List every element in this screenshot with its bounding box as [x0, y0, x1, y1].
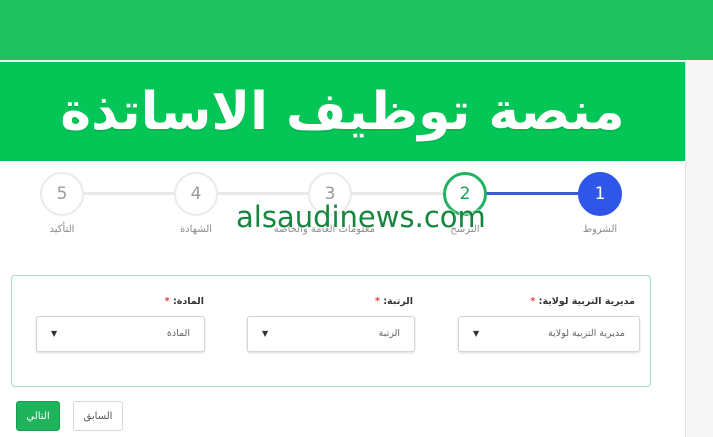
subject-label-text: المادة: — [172, 296, 204, 307]
previous-button[interactable]: السابق — [73, 401, 123, 431]
step-1-circle[interactable]: 1 — [578, 172, 622, 216]
directorate-required-mark: * — [530, 296, 536, 307]
right-scroll-gutter — [685, 60, 713, 437]
directorate-label: مديرية التربية لولاية: * — [530, 296, 635, 307]
hero-banner: منصة توظيف الاساتذة — [0, 62, 685, 161]
step-1-label: الشروط — [582, 224, 618, 235]
subject-label: المادة: * — [165, 296, 204, 307]
step-5-circle[interactable]: 5 — [40, 172, 84, 216]
subject-required-mark: * — [164, 296, 170, 307]
step-4-label: الشهادة — [179, 224, 213, 235]
chevron-down-icon: ▼ — [473, 329, 480, 338]
directorate-select-value: مديرية التربية لولاية — [548, 328, 625, 339]
directorate-select[interactable]: مديرية التربية لولاية ▼ — [458, 316, 640, 352]
chevron-down-icon: ▼ — [262, 329, 269, 338]
subject-select[interactable]: المادة ▼ — [36, 316, 205, 352]
chevron-down-icon: ▼ — [51, 329, 58, 338]
step-5-label: التأكيد — [49, 224, 75, 235]
subject-select-value: المادة — [166, 328, 190, 339]
banner-title: منصة توظيف الاساتذة — [60, 81, 625, 142]
step-4-circle[interactable]: 4 — [174, 172, 218, 216]
rank-label-text: الرتبة: — [383, 296, 413, 307]
rank-select-value: الرتبة — [378, 328, 400, 339]
rank-select[interactable]: الرتبة ▼ — [247, 316, 415, 352]
stepper-line-pending — [62, 192, 463, 195]
directorate-label-text: مديرية التربية لولاية: — [538, 296, 635, 307]
top-header-bar — [0, 0, 713, 60]
rank-label: الرتبة: * — [375, 296, 413, 307]
watermark-text: alsaudinews.com — [236, 200, 486, 234]
next-button[interactable]: التالي — [16, 401, 60, 431]
selection-form-card: مديرية التربية لولاية: * مديرية التربية … — [11, 275, 651, 387]
rank-required-mark: * — [374, 296, 380, 307]
